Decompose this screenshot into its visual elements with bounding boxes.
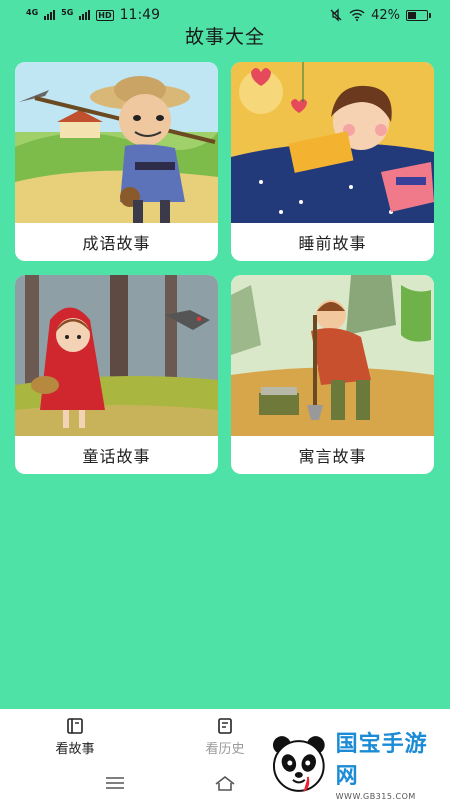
home-icon[interactable]: [213, 774, 237, 792]
card-label: 寓言故事: [298, 447, 367, 466]
status-right: 42%: [329, 7, 431, 23]
little-red-riding-hood-illustration: [15, 275, 218, 436]
signal-bars-icon-2: [79, 10, 91, 20]
history-icon: [218, 718, 232, 734]
tab-stories[interactable]: 看故事: [0, 709, 150, 765]
tab-history-label: 看历史: [205, 742, 245, 757]
tab-stories-label: 看故事: [55, 742, 95, 757]
signal-label-1: 4G: [26, 8, 39, 17]
farmer-with-hoe-illustration: [15, 62, 218, 223]
card-label: 睡前故事: [298, 234, 367, 253]
card-label: 童话故事: [82, 447, 151, 466]
hd-badge: HD: [96, 9, 114, 21]
sleeping-girl-illustration: [231, 62, 434, 223]
card-fairy-tales[interactable]: 童话故事: [15, 275, 218, 474]
mute-icon: [330, 8, 342, 22]
battery-fill: [408, 11, 416, 19]
panda-logo-icon: [272, 735, 325, 792]
clock: 11:49: [119, 7, 160, 23]
watermark: 国宝手游网 WWW.GB315.COM: [262, 727, 450, 800]
card-label: 成语故事: [82, 234, 151, 253]
watermark-name: 国宝手游网: [335, 732, 428, 789]
watermark-text: 国宝手游网 WWW.GB315.COM: [336, 726, 450, 800]
battery-icon: [406, 9, 431, 21]
battery-percent: 42%: [371, 7, 400, 23]
book-icon: [67, 718, 83, 734]
watermark-url: WWW.GB315.COM: [335, 792, 416, 800]
man-digging-treasure-illustration: [231, 275, 434, 436]
wifi-icon: [349, 9, 365, 21]
page-title: 故事大全: [184, 26, 265, 48]
menu-icon[interactable]: [103, 774, 127, 792]
card-bedtime-stories[interactable]: 睡前故事: [231, 62, 434, 261]
status-left: 4G 5G HD 11:49: [26, 7, 160, 23]
card-idiom-stories[interactable]: 成语故事: [15, 62, 218, 261]
card-fable-stories[interactable]: 寓言故事: [231, 275, 434, 474]
signal-label-2: 5G: [61, 8, 74, 17]
signal-bars-icon: [44, 10, 56, 20]
